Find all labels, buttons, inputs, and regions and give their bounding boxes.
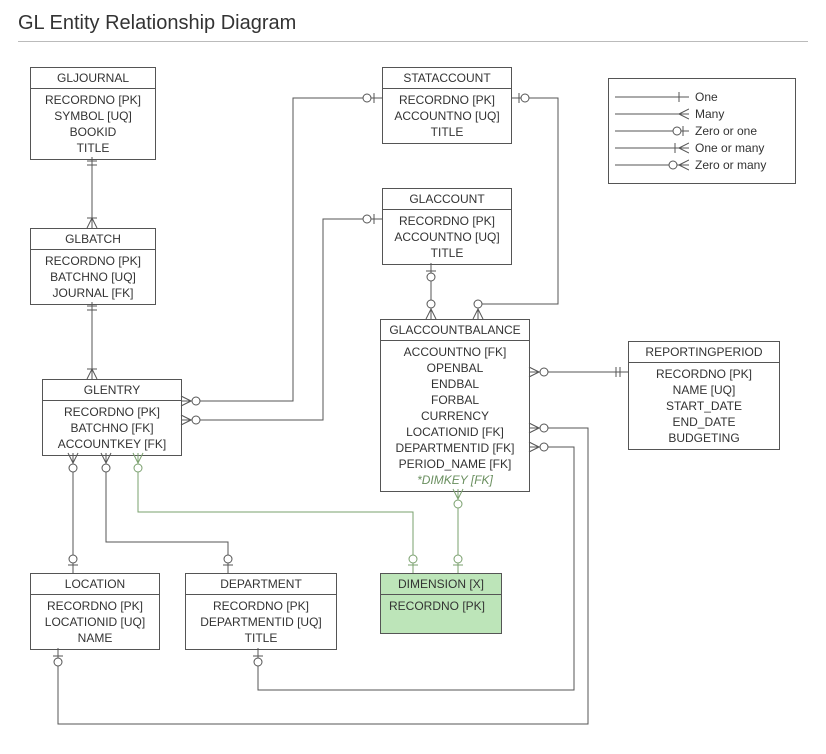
field: PERIOD_NAME [FK] xyxy=(389,456,521,472)
field: BUDGETING xyxy=(637,430,771,446)
entity-fields: RECORDNO [PK] ACCOUNTNO [UQ] TITLE xyxy=(383,210,511,264)
page-title: GL Entity Relationship Diagram xyxy=(18,12,808,35)
entity-fields: RECORDNO [PK] SYMBOL [UQ] BOOKID TITLE xyxy=(31,89,155,159)
legend-label: One or many xyxy=(695,141,764,155)
entity-fields: RECORDNO [PK] NAME [UQ] START_DATE END_D… xyxy=(629,363,779,449)
legend-row-many: Many xyxy=(615,107,789,121)
entity-fields: RECORDNO [PK] LOCATIONID [UQ] NAME xyxy=(31,595,159,649)
entity-fields: ACCOUNTNO [FK] OPENBAL ENDBAL FORBAL CUR… xyxy=(381,341,529,491)
field: ACCOUNTKEY [FK] xyxy=(51,436,173,452)
entity-name: GLJOURNAL xyxy=(31,68,155,89)
field: RECORDNO [PK] xyxy=(39,92,147,108)
legend-label: Zero or many xyxy=(695,158,766,172)
legend-label: Many xyxy=(695,107,724,121)
entity-glbatch: GLBATCH RECORDNO [PK] BATCHNO [UQ] JOURN… xyxy=(30,228,156,305)
entity-name: STATACCOUNT xyxy=(383,68,511,89)
field: OPENBAL xyxy=(389,360,521,376)
entity-gljournal: GLJOURNAL RECORDNO [PK] SYMBOL [UQ] BOOK… xyxy=(30,67,156,160)
field: RECORDNO [PK] xyxy=(39,598,151,614)
field: RECORDNO [PK] xyxy=(637,366,771,382)
field: RECORDNO [PK] xyxy=(389,598,493,614)
field: RECORDNO [PK] xyxy=(39,253,147,269)
field: TITLE xyxy=(391,245,503,261)
entity-fields: RECORDNO [PK] xyxy=(381,595,501,633)
entity-glaccount: GLACCOUNT RECORDNO [PK] ACCOUNTNO [UQ] T… xyxy=(382,188,512,265)
entity-name: GLACCOUNT xyxy=(383,189,511,210)
field: LOCATIONID [UQ] xyxy=(39,614,151,630)
entity-fields: RECORDNO [PK] ACCOUNTNO [UQ] TITLE xyxy=(383,89,511,143)
field: RECORDNO [PK] xyxy=(194,598,328,614)
field: JOURNAL [FK] xyxy=(39,285,147,301)
field: LOCATIONID [FK] xyxy=(389,424,521,440)
legend: One Many Zero or one One or many Zero or… xyxy=(608,78,796,184)
field: ACCOUNTNO [UQ] xyxy=(391,108,503,124)
field: SYMBOL [UQ] xyxy=(39,108,147,124)
field: RECORDNO [PK] xyxy=(391,213,503,229)
field: RECORDNO [PK] xyxy=(51,404,173,420)
field: BOOKID xyxy=(39,124,147,140)
field: DEPARTMENTID [FK] xyxy=(389,440,521,456)
field: *DIMKEY [FK] xyxy=(389,472,521,488)
legend-label: One xyxy=(695,90,718,104)
field: NAME [UQ] xyxy=(637,382,771,398)
field: TITLE xyxy=(391,124,503,140)
entity-glaccountbalance: GLACCOUNTBALANCE ACCOUNTNO [FK] OPENBAL … xyxy=(380,319,530,492)
entity-stataccount: STATACCOUNT RECORDNO [PK] ACCOUNTNO [UQ]… xyxy=(382,67,512,144)
entity-fields: RECORDNO [PK] BATCHNO [UQ] JOURNAL [FK] xyxy=(31,250,155,304)
field: CURRENCY xyxy=(389,408,521,424)
field: END_DATE xyxy=(637,414,771,430)
field: DEPARTMENTID [UQ] xyxy=(194,614,328,630)
field: ACCOUNTNO [UQ] xyxy=(391,229,503,245)
entity-glentry: GLENTRY RECORDNO [PK] BATCHNO [FK] ACCOU… xyxy=(42,379,182,456)
entity-name: DIMENSION [X] xyxy=(381,574,501,595)
legend-row-zero-or-one: Zero or one xyxy=(615,124,789,138)
field: ACCOUNTNO [FK] xyxy=(389,344,521,360)
entity-name: REPORTINGPERIOD xyxy=(629,342,779,363)
er-diagram: GLJOURNAL RECORDNO [PK] SYMBOL [UQ] BOOK… xyxy=(18,52,808,742)
entity-name: GLENTRY xyxy=(43,380,181,401)
entity-fields: RECORDNO [PK] BATCHNO [FK] ACCOUNTKEY [F… xyxy=(43,401,181,455)
entity-location: LOCATION RECORDNO [PK] LOCATIONID [UQ] N… xyxy=(30,573,160,650)
field: BATCHNO [UQ] xyxy=(39,269,147,285)
legend-label: Zero or one xyxy=(695,124,757,138)
field: START_DATE xyxy=(637,398,771,414)
title-underline xyxy=(18,41,808,42)
entity-department: DEPARTMENT RECORDNO [PK] DEPARTMENTID [U… xyxy=(185,573,337,650)
legend-row-one: One xyxy=(615,90,789,104)
field: TITLE xyxy=(39,140,147,156)
field: RECORDNO [PK] xyxy=(391,92,503,108)
entity-reportingperiod: REPORTINGPERIOD RECORDNO [PK] NAME [UQ] … xyxy=(628,341,780,450)
legend-row-zero-or-many: Zero or many xyxy=(615,158,789,172)
field: ENDBAL xyxy=(389,376,521,392)
field: FORBAL xyxy=(389,392,521,408)
entity-fields: RECORDNO [PK] DEPARTMENTID [UQ] TITLE xyxy=(186,595,336,649)
field: NAME xyxy=(39,630,151,646)
entity-name: GLACCOUNTBALANCE xyxy=(381,320,529,341)
field: TITLE xyxy=(194,630,328,646)
entity-name: LOCATION xyxy=(31,574,159,595)
entity-name: DEPARTMENT xyxy=(186,574,336,595)
legend-row-one-or-many: One or many xyxy=(615,141,789,155)
field: BATCHNO [FK] xyxy=(51,420,173,436)
entity-name: GLBATCH xyxy=(31,229,155,250)
entity-dimension: DIMENSION [X] RECORDNO [PK] xyxy=(380,573,502,634)
